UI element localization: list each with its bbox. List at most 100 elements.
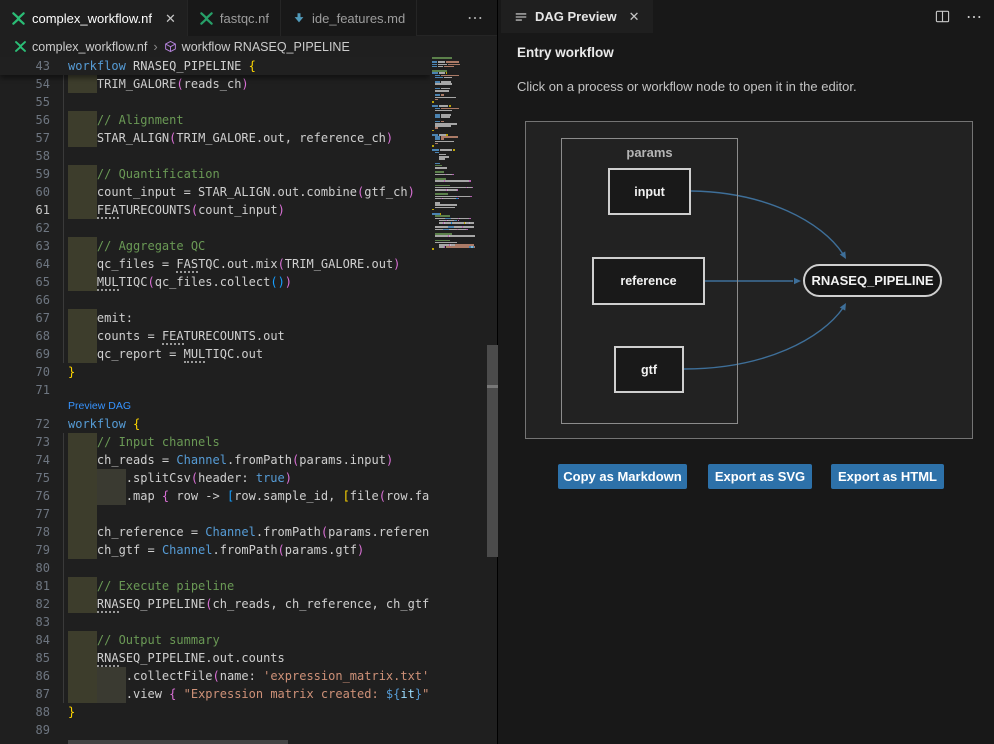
vertical-scrollbar[interactable] [487, 345, 498, 557]
code-token: FEA [97, 203, 119, 219]
breadcrumb-file[interactable]: complex_workflow.nf [32, 40, 147, 54]
code-token: ( [278, 543, 285, 557]
tab-complex-workflow[interactable]: complex_workflow.nf ✕ [0, 0, 188, 36]
minimap[interactable] [430, 57, 487, 744]
code-token: workflow [68, 59, 133, 73]
code-line-61[interactable]: 61 FEATURECOUNTS(count_input) [0, 201, 430, 219]
code-line-88[interactable]: 88} [0, 703, 430, 721]
code-token [68, 185, 97, 199]
code-line-81[interactable]: 81 // Execute pipeline [0, 577, 430, 595]
code-token: ) [386, 453, 393, 467]
code-line-80[interactable]: 80 [0, 559, 430, 577]
code-line-87[interactable]: 87 .view { "Expression matrix created: $… [0, 685, 430, 703]
code-token: ( [278, 257, 285, 271]
sticky-scroll-line[interactable]: 43workflow RNASEQ_PIPELINE { [0, 57, 430, 75]
code-line-75[interactable]: 75 .splitCsv(header: true) [0, 469, 430, 487]
code-line-63[interactable]: 63 // Aggregate QC [0, 237, 430, 255]
close-icon[interactable]: ✕ [629, 9, 640, 25]
dag-preview-panel: DAG Preview ✕ ⋯ Entry workflow Click on … [499, 0, 994, 744]
code-token: .map [126, 489, 162, 503]
line-number: 75 [0, 469, 50, 487]
code-token: qc_files = [97, 257, 176, 271]
code-line-57[interactable]: 57 STAR_ALIGN(TRIM_GALORE.out, reference… [0, 129, 430, 147]
panel-tab-bar: DAG Preview ✕ ⋯ [499, 0, 994, 33]
code-line-86[interactable]: 86 .collectFile(name: 'expression_matrix… [0, 667, 430, 685]
minimap-line [444, 222, 451, 224]
split-editor-icon[interactable] [935, 9, 950, 24]
code-token [68, 633, 97, 647]
more-actions-icon[interactable]: ⋯ [966, 7, 982, 27]
close-icon[interactable]: ✕ [165, 12, 176, 25]
code-token [68, 687, 126, 701]
code-token [68, 347, 97, 361]
code-token: // Execute pipeline [97, 579, 234, 593]
code-line-65[interactable]: 65 MULTIQC(qc_files.collect()) [0, 273, 430, 291]
code-token [68, 453, 97, 467]
minimap-line [432, 66, 437, 68]
code-token: "Expression matrix created: [184, 687, 386, 701]
code-token: .collectFile [126, 669, 213, 683]
line-text: // Output summary [68, 631, 220, 649]
dag-node-gtf[interactable]: gtf [614, 346, 684, 393]
code-line-79[interactable]: 79 ch_gtf = Channel.fromPath(params.gtf) [0, 541, 430, 559]
code-line-83[interactable]: 83 [0, 613, 430, 631]
tab-dag-preview[interactable]: DAG Preview ✕ [501, 0, 653, 33]
horizontal-scrollbar[interactable] [68, 740, 288, 744]
code-line-82[interactable]: 82 RNASEQ_PIPELINE(ch_reads, ch_referenc… [0, 595, 430, 613]
dag-node-input[interactable]: input [608, 168, 691, 215]
code-token: MUL [97, 275, 119, 291]
minimap-line [440, 149, 453, 151]
code-line-70[interactable]: 70} [0, 363, 430, 381]
nextflow-icon [14, 40, 27, 53]
minimap-line [447, 189, 456, 191]
line-number: 81 [0, 577, 50, 595]
code-line-55[interactable]: 55 [0, 93, 430, 111]
code-line-68[interactable]: 68 counts = FEATURECOUNTS.out [0, 327, 430, 345]
code-line-71[interactable]: 71 [0, 381, 430, 399]
code-line-85[interactable]: 85 RNASEQ_PIPELINE.out.counts [0, 649, 430, 667]
code-line-72[interactable]: 72workflow { [0, 415, 430, 433]
code-line-66[interactable]: 66 [0, 291, 430, 309]
code-line-67[interactable]: 67 emit: [0, 309, 430, 327]
code-line-69[interactable]: 69 qc_report = MULTIQC.out [0, 345, 430, 363]
code-line-76[interactable]: 76 .map { row -> [row.sample_id, [file(r… [0, 487, 430, 505]
code-token [68, 311, 97, 325]
code-line-84[interactable]: 84 // Output summary [0, 631, 430, 649]
line-number: 78 [0, 523, 50, 541]
code-line-78[interactable]: 78 ch_reference = Channel.fromPath(param… [0, 523, 430, 541]
line-number: 86 [0, 667, 50, 685]
code-token: // Input channels [97, 435, 220, 449]
dag-node-rnaseq-pipeline[interactable]: RNASEQ_PIPELINE [803, 264, 942, 297]
code-line-64[interactable]: 64 qc_files = FASTQC.out.mix(TRIM_GALORE… [0, 255, 430, 273]
code-line-54[interactable]: 54 TRIM_GALORE(reads_ch) [0, 75, 430, 93]
code-line-89[interactable]: 89 [0, 721, 430, 739]
minimap-line [459, 218, 469, 220]
code-line-73[interactable]: 73 // Input channels [0, 433, 430, 451]
line-number: 54 [0, 75, 50, 93]
code-editor[interactable]: 43workflow RNASEQ_PIPELINE { 54 TRIM_GAL… [0, 57, 430, 744]
code-token: TIQC.out [205, 347, 263, 361]
line-text: count_input = STAR_ALIGN.out.combine(gtf… [68, 183, 415, 201]
tab-ide-features[interactable]: ide_features.md [281, 0, 417, 36]
codelens-preview-dag[interactable]: Preview DAG [0, 399, 430, 415]
code-token: STAR_ALIGN [97, 131, 169, 145]
line-number: 89 [0, 721, 50, 739]
export-as-html-button[interactable]: Export as HTML [831, 464, 944, 489]
tab-fastqc[interactable]: fastqc.nf [188, 0, 281, 36]
line-text: MULTIQC(qc_files.collect()) [68, 273, 292, 291]
breadcrumb-symbol[interactable]: workflow RNASEQ_PIPELINE [182, 40, 350, 54]
code-line-58[interactable]: 58 [0, 147, 430, 165]
code-line-60[interactable]: 60 count_input = STAR_ALIGN.out.combine(… [0, 183, 430, 201]
code-line-59[interactable]: 59 // Quantification [0, 165, 430, 183]
code-token: ( [205, 597, 212, 611]
code-line-77[interactable]: 77 [0, 505, 430, 523]
code-line-62[interactable]: 62 [0, 219, 430, 237]
copy-as-markdown-button[interactable]: Copy as Markdown [558, 464, 687, 489]
more-actions-icon[interactable]: ⋯ [467, 0, 483, 36]
dag-node-reference[interactable]: reference [592, 257, 705, 305]
code-line-56[interactable]: 56 // Alignment [0, 111, 430, 129]
editor-group: complex_workflow.nf ✕ fastqc.nf ide_feat… [0, 0, 498, 744]
code-line-74[interactable]: 74 ch_reads = Channel.fromPath(params.in… [0, 451, 430, 469]
line-number: 65 [0, 273, 50, 291]
export-as-svg-button[interactable]: Export as SVG [708, 464, 812, 489]
